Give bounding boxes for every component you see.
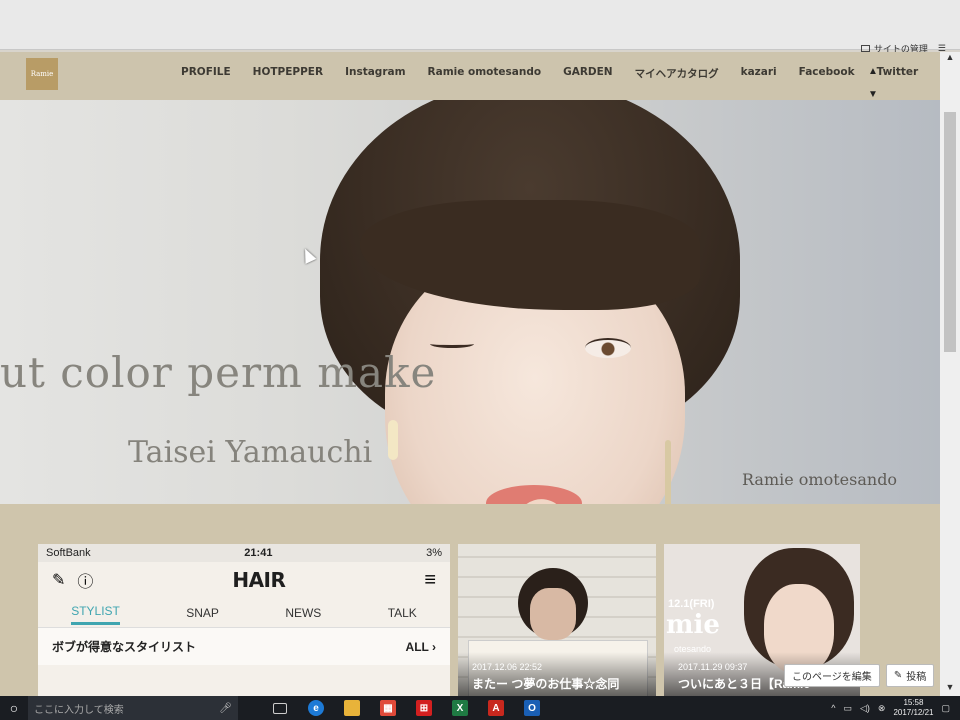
phone-app-header: ✎ ⓘ HAIR ≡	[38, 562, 450, 598]
antivirus-icon[interactable]: ⊞	[406, 696, 442, 720]
content-area: SoftBank 21:41 3% ✎ ⓘ HAIR ≡ STYLIST SNA…	[0, 504, 940, 696]
notification-icon[interactable]: ▢	[941, 703, 950, 714]
phone-status-bar: SoftBank 21:41 3%	[38, 544, 450, 562]
clock-date: 2017/12/21	[893, 708, 934, 717]
taskbar-search-input[interactable]: ここに入力して検索 🎤︎	[28, 696, 238, 720]
phone-list-header: ボブが得意なスタイリスト ALL ›	[38, 628, 450, 665]
hero-salon: Ramie omotesando	[742, 470, 898, 489]
nav-item-kazari[interactable]: kazari	[730, 66, 788, 81]
nav-item-instagram[interactable]: Instagram	[334, 66, 416, 81]
info-icon: ⓘ	[77, 574, 94, 591]
scroll-up-icon[interactable]: ▲	[940, 52, 960, 66]
site-logo[interactable]: Ramie	[26, 58, 58, 90]
nav-item-facebook[interactable]: Facebook	[788, 66, 866, 81]
scroll-down-icon[interactable]: ▼	[940, 682, 960, 696]
blog-card[interactable]: 2017.12.06 22:52 またー つ夢のお仕事☆念同	[458, 544, 656, 696]
start-button[interactable]: ○	[0, 696, 28, 720]
screen: サイトの管理 ☰ Ramie PROFILE HOTPEPPER Instagr…	[0, 0, 960, 720]
site-header: Ramie PROFILE HOTPEPPER Instagram Ramie …	[0, 52, 960, 100]
phone-screenshot-card[interactable]: SoftBank 21:41 3% ✎ ⓘ HAIR ≡ STYLIST SNA…	[38, 544, 450, 696]
mouse-cursor-icon	[299, 246, 317, 264]
nav-scroll: ▲ ▼	[866, 66, 880, 100]
tab-talk: TALK	[387, 605, 417, 620]
list-all-link: ALL ›	[405, 639, 436, 654]
taskbar-apps: e ▦ ⊞ X A O	[262, 696, 550, 720]
pencil-icon: ✎	[893, 670, 903, 681]
taskbar: ○ ここに入力して検索 🎤︎ e ▦ ⊞ X A O ^ ▭ ◁) ⊗ 15:5…	[0, 696, 960, 720]
tab-snap: SNAP	[186, 605, 219, 620]
card-date: 2017.11.29 09:37	[678, 662, 748, 672]
battery-label: 3%	[426, 547, 442, 559]
outlook-icon[interactable]: O	[514, 696, 550, 720]
card-date: 2017.12.06 22:52	[472, 662, 543, 672]
hero-banner: ut color perm make Taisei Yamauchi Ramie…	[0, 100, 940, 504]
tab-news: NEWS	[285, 605, 322, 620]
post-button[interactable]: ✎ 投稿	[885, 664, 935, 687]
chevron-down-icon[interactable]: ▼	[868, 89, 878, 100]
clock-time: 15:58	[903, 698, 924, 707]
ime-icon[interactable]: ⊗	[878, 703, 886, 714]
hamburger-menu-icon: ≡	[424, 568, 436, 591]
nav-item-ramie-omotesando[interactable]: Ramie omotesando	[417, 66, 553, 81]
acrobat-icon[interactable]: A	[478, 696, 514, 720]
hero-title: ut color perm make	[0, 348, 437, 397]
list-title: ボブが得意なスタイリスト	[52, 640, 197, 654]
network-icon[interactable]: ▭	[843, 703, 852, 714]
hero-name: Taisei Yamauchi	[128, 435, 373, 470]
file-explorer-icon[interactable]	[334, 696, 370, 720]
clock[interactable]: 15:58 2017/12/21	[893, 698, 933, 718]
nav-item-hotpepper[interactable]: HOTPEPPER	[242, 66, 334, 81]
main-nav: PROFILE HOTPEPPER Instagram Ramie omotes…	[170, 66, 960, 81]
nav-item-garden[interactable]: GARDEN	[552, 66, 624, 81]
scroll-thumb[interactable]	[944, 112, 956, 352]
edit-actions: このページを編集 ✎ 投稿	[784, 664, 935, 687]
volume-icon[interactable]: ◁)	[860, 703, 870, 714]
edge-icon[interactable]: e	[298, 696, 334, 720]
carrier-label: SoftBank	[46, 547, 91, 559]
card-title: またー つ夢のお仕事☆念同	[472, 677, 620, 691]
nav-item-profile[interactable]: PROFILE	[170, 66, 242, 81]
browser-chrome	[0, 0, 960, 50]
page-scrollbar[interactable]: ▲ ▼	[940, 52, 960, 696]
app-name: HAIR	[232, 568, 286, 592]
phone-tabs: STYLIST SNAP NEWS TALK	[38, 598, 450, 628]
edit-page-button[interactable]: このページを編集	[784, 664, 880, 687]
nav-item-my-hair-catalog[interactable]: マイヘアカタログ	[624, 66, 730, 81]
bookmark-icon: ✎	[52, 572, 66, 589]
task-view-icon[interactable]	[262, 696, 298, 720]
system-tray: ^ ▭ ◁) ⊗ 15:58 2017/12/21 ▢	[831, 698, 960, 718]
microphone-icon[interactable]: 🎤︎	[219, 703, 232, 714]
store-icon[interactable]: ▦	[370, 696, 406, 720]
search-placeholder: ここに入力して検索	[34, 704, 124, 716]
tab-stylist: STYLIST	[71, 600, 120, 625]
chevron-up-icon[interactable]: ▲	[868, 66, 878, 77]
card-brand-text: mie	[666, 610, 720, 640]
window-icon	[860, 45, 870, 52]
chevron-up-icon[interactable]: ^	[831, 703, 835, 713]
card-event-date: 12.1(FRI)	[668, 598, 715, 610]
excel-icon[interactable]: X	[442, 696, 478, 720]
phone-time: 21:41	[244, 547, 273, 559]
